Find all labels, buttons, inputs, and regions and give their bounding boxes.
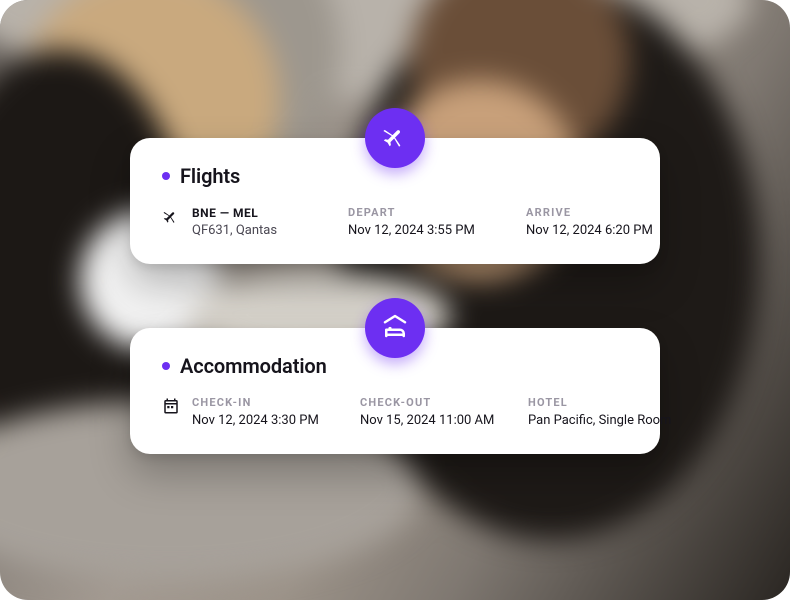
flights-depart-col: DEPART Nov 12, 2024 3:55 PM: [348, 206, 498, 238]
accommodation-title: Accommodation: [180, 354, 327, 378]
calendar-icon: [162, 397, 180, 415]
checkin-value: Nov 12, 2024 3:30 PM: [192, 413, 319, 428]
stage: Flights BNE — MEL QF631, Qantas DEPART N…: [0, 0, 790, 600]
depart-value: Nov 12, 2024 3:55 PM: [348, 223, 498, 238]
checkout-value: Nov 15, 2024 11:00 AM: [360, 413, 500, 428]
accommodation-checkin-col: CHECK-IN Nov 12, 2024 3:30 PM: [162, 396, 332, 428]
airplane-icon: [162, 207, 180, 225]
flights-badge: [365, 108, 425, 168]
accommodation-columns: CHECK-IN Nov 12, 2024 3:30 PM CHECK-OUT …: [162, 396, 628, 428]
airplane-icon: [381, 122, 409, 154]
bed-icon: [380, 311, 410, 345]
flights-route-col: BNE — MEL QF631, Qantas: [162, 206, 320, 238]
accommodation-card: Accommodation CHECK-IN Nov 12, 2024 3:30…: [130, 328, 660, 454]
accommodation-hotel-col: HOTEL Pan Pacific, Single Room: [528, 396, 678, 428]
hotel-label: HOTEL: [528, 396, 678, 409]
flights-route: BNE — MEL: [192, 206, 277, 220]
arrive-label: ARRIVE: [526, 206, 676, 219]
checkin-label: CHECK-IN: [192, 396, 319, 409]
bullet-dot: [162, 172, 170, 180]
accommodation-checkout-col: CHECK-OUT Nov 15, 2024 11:00 AM: [360, 396, 500, 428]
flights-title: Flights: [180, 164, 240, 188]
hotel-value: Pan Pacific, Single Room: [528, 413, 678, 428]
checkout-label: CHECK-OUT: [360, 396, 500, 409]
depart-label: DEPART: [348, 206, 498, 219]
arrive-value: Nov 12, 2024 6:20 PM: [526, 223, 676, 238]
flights-arrive-col: ARRIVE Nov 12, 2024 6:20 PM: [526, 206, 676, 238]
bullet-dot: [162, 362, 170, 370]
accommodation-badge: [365, 298, 425, 358]
flights-columns: BNE — MEL QF631, Qantas DEPART Nov 12, 2…: [162, 206, 628, 238]
flights-number: QF631, Qantas: [192, 223, 277, 238]
flights-card: Flights BNE — MEL QF631, Qantas DEPART N…: [130, 138, 660, 264]
